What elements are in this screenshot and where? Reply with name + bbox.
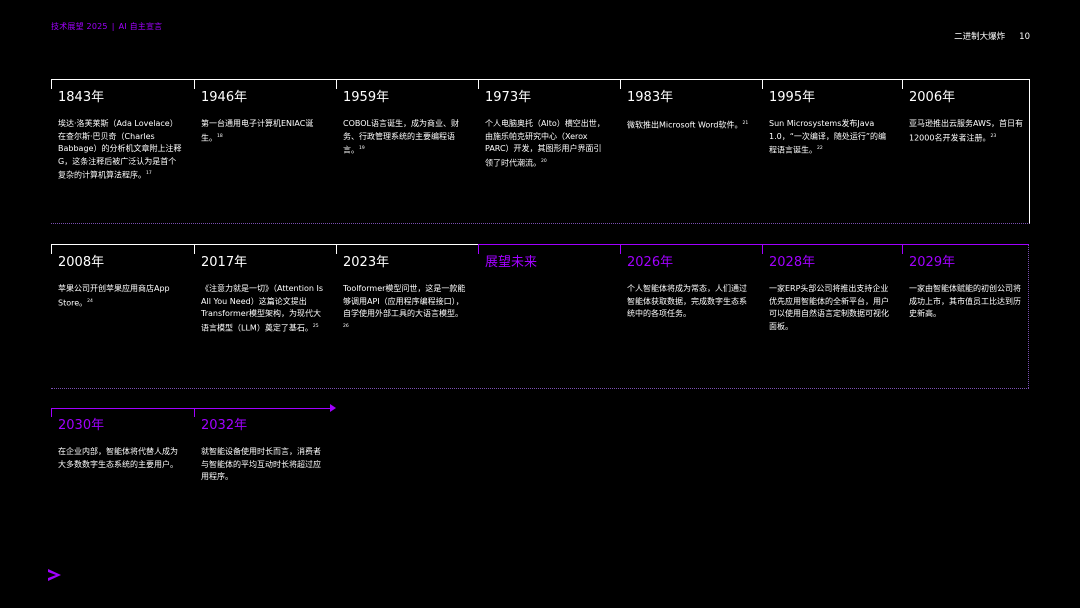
entry-description: 《注意力就是一切》（Attention Is All You Need）这篇论文… xyxy=(201,284,323,333)
page-header-right: 二进制大爆炸 10 xyxy=(954,30,1030,42)
entry-description: Sun Microsystems发布Java 1.0，“一次编译，随处运行”的编… xyxy=(769,119,887,155)
timeline-tick xyxy=(51,245,52,254)
greater-than-chevron-icon xyxy=(46,567,64,587)
timeline-entry: 1973年 个人电脑奥托（Alto）横空出世，由施乐帕克研究中心（Xerox P… xyxy=(478,80,620,223)
timeline-entry: 1995年 Sun Microsystems发布Java 1.0，“一次编译，随… xyxy=(762,80,902,223)
entry-description: 苹果公司开创苹果应用商店App Store。24 xyxy=(58,284,170,308)
entry-year: 2028年 xyxy=(769,255,816,270)
timeline-entry: 2032年 就智能设备使用时长而言，消费者与智能体的平均互动时长将超过应用程序。 xyxy=(194,408,336,498)
entry-description: 个人智能体将成为常态，人们通过智能体获取数据，完成数字生态系统中的各项任务。 xyxy=(627,284,747,318)
footnote-ref: 21 xyxy=(742,121,749,126)
entry-description: 微软推出Microsoft Word软件。21 xyxy=(627,120,749,130)
entry-year: 2023年 xyxy=(343,255,390,270)
timeline-entry: 1843年 埃达·洛芙莱斯（Ada Lovelace）在查尔斯·巴贝奇（Char… xyxy=(51,80,193,223)
timeline-tick xyxy=(336,245,337,254)
footnote-ref: 24 xyxy=(87,298,93,304)
timeline-tick xyxy=(194,408,195,417)
timeline-entry: 2017年 《注意力就是一切》（Attention Is All You Nee… xyxy=(194,245,336,388)
timeline-entry: 2028年 一家ERP头部公司将推出支持企业优先应用智能体的全新平台，用户可以使… xyxy=(762,245,902,388)
entry-year: 2032年 xyxy=(201,418,248,433)
entry-year: 2029年 xyxy=(909,255,956,270)
timeline-entry: 2029年 一家由智能体赋能的初创公司将成功上市，其市值员工比达到历史新高。 xyxy=(902,245,1029,388)
entry-year: 2030年 xyxy=(58,418,105,433)
page-number: 10 xyxy=(1019,32,1030,42)
footnote-ref: 17 xyxy=(146,171,152,176)
timeline-row-3: 2030年 在企业内部，智能体将代替人成为大多数数字生态系统的主要用户。 203… xyxy=(51,404,336,498)
timeline-tick xyxy=(51,80,52,89)
timeline-tick xyxy=(902,245,903,254)
entry-description: COBOL语言诞生，成为商业、财务、行政管理系统的主要编程语言。19 xyxy=(343,119,459,155)
timeline-tick xyxy=(51,408,52,417)
report-title: 技术展望 2025 xyxy=(51,22,108,31)
entry-year: 1959年 xyxy=(343,90,390,105)
timeline-tick xyxy=(478,80,479,89)
timeline-tick xyxy=(336,80,337,89)
entry-year: 1973年 xyxy=(485,90,532,105)
footnote-ref: 25 xyxy=(312,323,319,329)
timeline-row-1: 1843年 埃达·洛芙莱斯（Ada Lovelace）在查尔斯·巴贝奇（Char… xyxy=(51,79,1030,224)
footnote-ref: 20 xyxy=(541,158,547,164)
timeline-entry: 1983年 微软推出Microsoft Word软件。21 xyxy=(620,80,762,223)
timeline-tick xyxy=(762,80,763,89)
entry-year: 1843年 xyxy=(58,90,105,105)
entry-description: Toolformer模型问世，这是一款能够调用API（应用程序编程接口），自学使… xyxy=(343,284,466,329)
timeline-tick xyxy=(620,80,621,89)
timeline-tick xyxy=(194,80,195,89)
footnote-ref: 19 xyxy=(359,146,365,151)
footnote-ref: 23 xyxy=(990,133,997,139)
timeline-tick xyxy=(478,245,479,254)
timeline-entry: 2006年 亚马逊推出云服务AWS，首日有12000名开发者注册。23 xyxy=(902,80,1029,223)
entry-description: 第一台通用电子计算机ENIAC诞生。18 xyxy=(201,119,314,143)
entry-description: 埃达·洛芙莱斯（Ada Lovelace）在查尔斯·巴贝奇（Charles Ba… xyxy=(58,119,182,180)
timeline-entry: 2023年 Toolformer模型问世，这是一款能够调用API（应用程序编程接… xyxy=(336,245,478,388)
entry-year: 2006年 xyxy=(909,90,956,105)
entry-description: 亚马逊推出云服务AWS，首日有12000名开发者注册。23 xyxy=(909,119,1024,143)
timeline-entry: 2026年 个人智能体将成为常态，人们通过智能体获取数据，完成数字生态系统中的各… xyxy=(620,245,762,388)
timeline-tick xyxy=(194,245,195,254)
timeline-entry: 1959年 COBOL语言诞生，成为商业、财务、行政管理系统的主要编程语言。19 xyxy=(336,80,478,223)
chapter-title: 二进制大爆炸 xyxy=(954,32,1006,42)
entry-description: 一家由智能体赋能的初创公司将成功上市，其市值员工比达到历史新高。 xyxy=(909,284,1021,318)
entry-year: 展望未来 xyxy=(485,255,538,270)
footnote-ref: 22 xyxy=(817,146,823,151)
timeline-tick xyxy=(762,245,763,254)
entry-year: 1995年 xyxy=(769,90,816,105)
entry-year: 2026年 xyxy=(627,255,674,270)
timeline-tick xyxy=(902,80,903,89)
report-header: 技术展望 2025 | AI 自主宣言 xyxy=(51,21,162,32)
timeline-entry: 2008年 苹果公司开创苹果应用商店App Store。24 xyxy=(51,245,193,388)
entry-year: 1983年 xyxy=(627,90,674,105)
entry-year: 2008年 xyxy=(58,255,105,270)
footnote-ref: 26 xyxy=(343,323,349,329)
footnote-ref: 18 xyxy=(217,133,223,139)
entry-description: 在企业内部，智能体将代替人成为大多数数字生态系统的主要用户。 xyxy=(58,447,178,469)
entry-description: 一家ERP头部公司将推出支持企业优先应用智能体的全新平台，用户可以使用自然语言定… xyxy=(769,284,889,331)
timeline-entry-future-heading: 展望未来 xyxy=(478,245,620,388)
timeline-entry: 2030年 在企业内部，智能体将代替人成为大多数数字生态系统的主要用户。 xyxy=(51,408,193,498)
entry-year: 1946年 xyxy=(201,90,248,105)
entry-year: 2017年 xyxy=(201,255,248,270)
entry-description: 个人电脑奥托（Alto）横空出世，由施乐帕克研究中心（Xerox PARC）开发… xyxy=(485,119,605,168)
section-title: AI 自主宣言 xyxy=(118,22,163,31)
entry-description: 就智能设备使用时长而言，消费者与智能体的平均互动时长将超过应用程序。 xyxy=(201,447,321,481)
timeline-row-2: 2008年 苹果公司开创苹果应用商店App Store。24 2017年 《注意… xyxy=(51,244,1029,389)
timeline-entry: 1946年 第一台通用电子计算机ENIAC诞生。18 xyxy=(194,80,336,223)
header-separator: | xyxy=(111,22,115,31)
timeline-tick xyxy=(620,245,621,254)
